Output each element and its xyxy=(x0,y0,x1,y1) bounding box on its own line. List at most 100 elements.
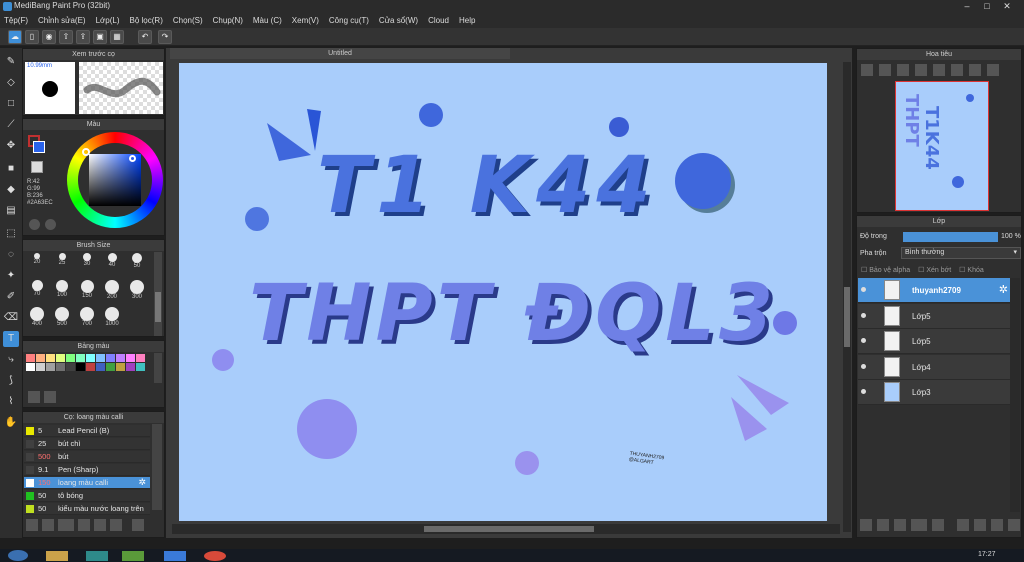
hand-tool-icon[interactable]: ✋ xyxy=(3,415,19,431)
hue-picker[interactable] xyxy=(82,148,90,156)
move-tool-icon[interactable]: ✥ xyxy=(3,138,19,154)
palette-swatch[interactable] xyxy=(56,363,65,371)
flip-icon[interactable] xyxy=(987,64,999,76)
operation-tool-icon[interactable]: ⤷ xyxy=(3,352,19,368)
brush-add-icon[interactable] xyxy=(26,519,38,531)
primary-color-swatch[interactable] xyxy=(33,141,45,153)
redo-icon[interactable]: ↷ xyxy=(158,30,172,44)
palette-swatch[interactable] xyxy=(96,363,105,371)
hue-wheel[interactable] xyxy=(67,132,163,228)
palette-swatch[interactable] xyxy=(26,354,35,362)
rotate-left-icon[interactable] xyxy=(933,64,945,76)
brush-delete-icon[interactable] xyxy=(132,519,144,531)
brush-size-option[interactable]: 300 xyxy=(127,279,147,301)
text-tool-icon[interactable]: T xyxy=(3,331,19,347)
blend-mode-select[interactable]: Bình thường ▾ xyxy=(901,247,1021,259)
upload-icon[interactable]: ⇧ xyxy=(59,30,73,44)
eraser-tool-icon[interactable]: ◇ xyxy=(3,75,19,91)
visibility-eye-icon[interactable] xyxy=(861,363,866,369)
brush-cloud-icon[interactable] xyxy=(110,519,122,531)
menu-window[interactable]: Cửa sổ(W) xyxy=(379,16,418,25)
brush-size-option[interactable]: 400 xyxy=(27,306,47,328)
zoom-in-icon[interactable] xyxy=(879,64,891,76)
layer-row[interactable]: Lớp3 xyxy=(858,380,1010,405)
minimize-button[interactable]: – xyxy=(960,1,974,12)
palette-swatch[interactable] xyxy=(56,354,65,362)
line-tool-icon[interactable]: ⟋ xyxy=(3,117,19,133)
palette-swatch[interactable] xyxy=(106,354,115,362)
document-tab[interactable]: Untitled xyxy=(170,48,510,59)
select-pen-icon[interactable]: ✐ xyxy=(3,289,19,305)
menu-file[interactable]: Tệp(F) xyxy=(4,16,28,25)
rectangle-tool-icon[interactable]: ■ xyxy=(3,161,19,177)
layer-settings-icon[interactable] xyxy=(991,519,1003,531)
new-file-icon[interactable]: ▯ xyxy=(25,30,39,44)
brush-list-item[interactable]: 5 Lead Pencil (B) xyxy=(24,425,150,437)
visibility-eye-icon[interactable] xyxy=(861,287,866,292)
palette-delete-icon[interactable] xyxy=(44,391,56,403)
layer-row[interactable]: thuyanh2709 ✲ xyxy=(858,278,1010,303)
brush-size-option[interactable]: 150 xyxy=(77,279,97,301)
duplicate-layer-icon[interactable] xyxy=(957,519,969,531)
menu-select[interactable]: Chọn(S) xyxy=(173,16,203,25)
lasso-tool-icon[interactable]: ◌ xyxy=(3,247,19,263)
palette-swatch[interactable] xyxy=(46,354,55,362)
new-8bit-layer-icon[interactable] xyxy=(894,519,906,531)
palette-swatch[interactable] xyxy=(46,363,55,371)
brush-size-option[interactable]: 1000 xyxy=(102,306,122,328)
brush-menu-icon[interactable] xyxy=(58,519,74,531)
palette-swatch[interactable] xyxy=(76,363,85,371)
brush-size-scroll-thumb[interactable] xyxy=(155,292,161,322)
palette-swatch[interactable] xyxy=(66,354,75,362)
brush-list-item[interactable]: 150 loang màu calli ✲ xyxy=(24,477,150,489)
brush-size-option[interactable]: 100 xyxy=(52,279,72,301)
save-icon[interactable]: ▣ xyxy=(93,30,107,44)
palette-swatch[interactable] xyxy=(86,354,95,362)
merge-layer-icon[interactable] xyxy=(974,519,986,531)
brush-copy-icon[interactable] xyxy=(78,519,90,531)
palette-swatch[interactable] xyxy=(26,363,35,371)
layer-scrollbar[interactable] xyxy=(1010,278,1020,512)
vertical-scroll-thumb[interactable] xyxy=(844,287,850,347)
brush-size-scrollbar[interactable] xyxy=(154,252,162,336)
color-mode-icon[interactable] xyxy=(29,219,40,230)
menu-view[interactable]: Xem(V) xyxy=(292,16,319,25)
layer-row[interactable]: Lớp5 xyxy=(858,329,1010,354)
eyedropper-icon[interactable]: ⌇ xyxy=(3,394,19,410)
undo-icon[interactable]: ↶ xyxy=(138,30,152,44)
visibility-eye-icon[interactable] xyxy=(861,338,866,343)
chrome-taskbar-icon[interactable] xyxy=(204,551,226,561)
visibility-eye-icon[interactable] xyxy=(861,312,866,318)
dropper-tool-icon[interactable]: ⟆ xyxy=(3,373,19,389)
brush-settings-gear-icon[interactable]: ✲ xyxy=(138,477,146,488)
menu-edit[interactable]: Chỉnh sửa(E) xyxy=(38,16,86,25)
new-layer-icon[interactable] xyxy=(860,519,872,531)
rotate-reset-icon[interactable] xyxy=(951,64,963,76)
delete-layer-icon[interactable] xyxy=(1008,519,1020,531)
close-button[interactable]: ✕ xyxy=(1000,1,1014,12)
palette-swatch[interactable] xyxy=(96,354,105,362)
app-taskbar-icon[interactable] xyxy=(86,551,108,561)
menu-tools[interactable]: Công cụ(T) xyxy=(329,16,369,25)
brush-list-item[interactable]: 25 bút chì xyxy=(24,438,150,450)
palette-swatch[interactable] xyxy=(136,354,145,362)
cloud-icon[interactable]: ☁ xyxy=(8,30,22,44)
layer-row[interactable]: Lớp5 xyxy=(858,303,1010,329)
actual-size-icon[interactable] xyxy=(915,64,927,76)
color-picker[interactable] xyxy=(129,155,136,162)
brush-size-option[interactable]: 25 xyxy=(52,252,72,274)
magic-wand-icon[interactable]: ✦ xyxy=(3,268,19,284)
medibang-taskbar-icon[interactable] xyxy=(164,551,186,561)
new-halftone-layer-icon[interactable] xyxy=(877,519,889,531)
brush-list-item[interactable]: 500 bút xyxy=(24,451,150,463)
menu-help[interactable]: Help xyxy=(459,16,475,25)
color-history-icon[interactable] xyxy=(45,219,56,230)
brush-folder2-icon[interactable] xyxy=(94,519,106,531)
select-eraser-icon[interactable]: ⌫ xyxy=(3,310,19,326)
palette-swatch[interactable] xyxy=(36,363,45,371)
menu-color[interactable]: Màu (C) xyxy=(253,16,282,25)
brush-size-option[interactable]: 70 xyxy=(27,279,47,301)
rotate-right-icon[interactable] xyxy=(969,64,981,76)
palette-swatch[interactable] xyxy=(126,354,135,362)
zoom-out-icon[interactable] xyxy=(861,64,873,76)
